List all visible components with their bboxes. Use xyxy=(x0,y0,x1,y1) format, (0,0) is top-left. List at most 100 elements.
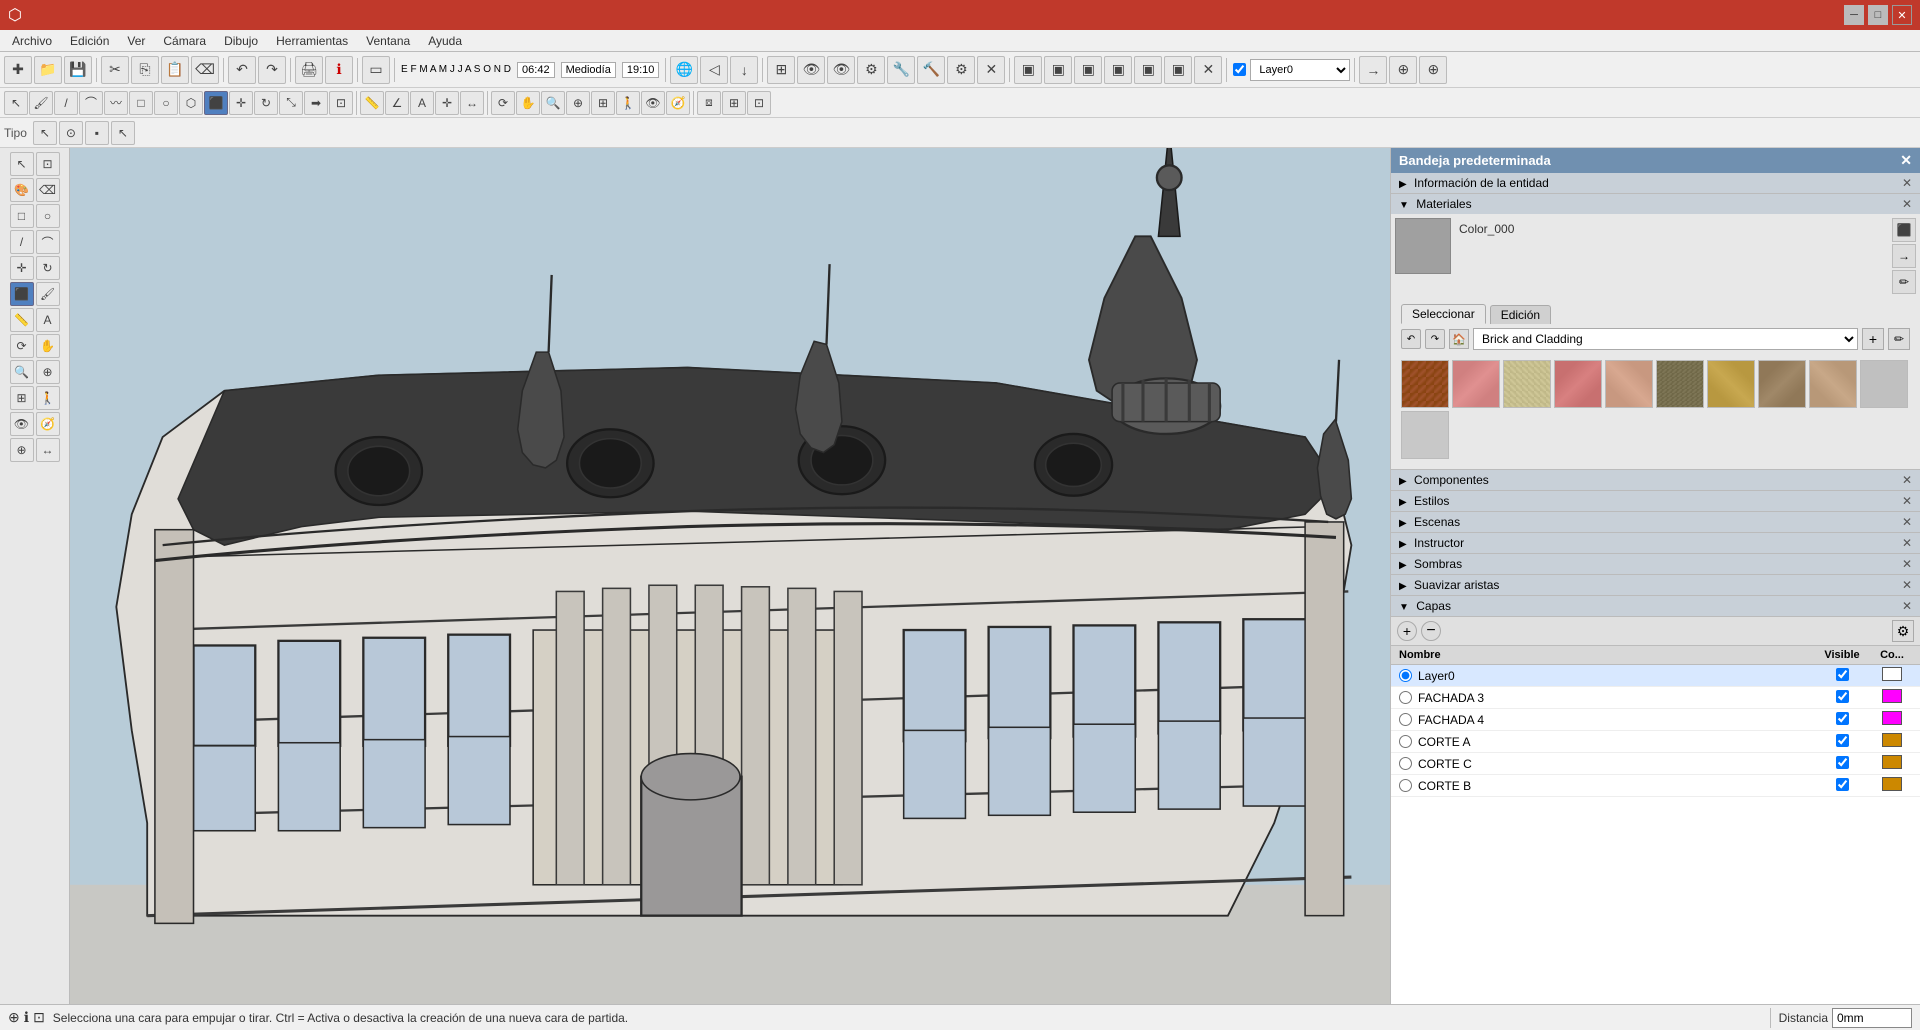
layer-radio-3[interactable] xyxy=(1399,735,1412,748)
rotate-tool[interactable]: ↻ xyxy=(254,91,278,115)
followme-tool[interactable]: ➡ xyxy=(304,91,328,115)
view8-btn[interactable]: ✕ xyxy=(977,56,1005,84)
sombras-close[interactable]: ✕ xyxy=(1902,557,1912,571)
mat-tile-3[interactable] xyxy=(1554,360,1602,408)
mat-sample-btn[interactable]: ⬛ xyxy=(1892,218,1916,242)
render5-btn[interactable]: ▣ xyxy=(1134,56,1162,84)
lt-arc[interactable]: ⌒ xyxy=(36,230,60,254)
menu-ayuda[interactable]: Ayuda xyxy=(420,32,470,50)
scale-tool[interactable]: ⤡ xyxy=(279,91,303,115)
add-material-btn[interactable]: + xyxy=(1862,328,1884,350)
mat-tile-9[interactable] xyxy=(1860,360,1908,408)
suavizar-close[interactable]: ✕ xyxy=(1902,578,1912,592)
maximize-button[interactable]: □ xyxy=(1868,5,1888,25)
nav2-btn[interactable]: ⊕ xyxy=(1389,56,1417,84)
layer-radio-2[interactable] xyxy=(1399,713,1412,726)
materiales-header[interactable]: ▼ Materiales ✕ xyxy=(1391,194,1920,214)
orbit-tool[interactable]: ⟳ xyxy=(491,91,515,115)
render4-btn[interactable]: ▣ xyxy=(1104,56,1132,84)
axes-tool[interactable]: ✛ xyxy=(435,91,459,115)
layer-radio-4[interactable] xyxy=(1399,757,1412,770)
lt-rect[interactable]: □ xyxy=(10,204,34,228)
minimize-button[interactable]: ─ xyxy=(1844,5,1864,25)
entidad-close[interactable]: ✕ xyxy=(1902,176,1912,190)
capas-header[interactable]: ▼ Capas ✕ xyxy=(1391,596,1920,617)
section3-tool[interactable]: ⊡ xyxy=(747,91,771,115)
escenas-section[interactable]: ▶ Escenas ✕ xyxy=(1391,512,1920,533)
mat-tile-4[interactable] xyxy=(1605,360,1653,408)
layer-row-4[interactable]: CORTE C xyxy=(1391,753,1920,775)
category-select[interactable]: Brick and Cladding xyxy=(1473,328,1858,350)
layer-colorbox-2[interactable] xyxy=(1882,711,1902,725)
dim-tool[interactable]: ↔ xyxy=(460,91,484,115)
section2-tool[interactable]: ⊞ xyxy=(722,91,746,115)
lt-circle[interactable]: ○ xyxy=(36,204,60,228)
view5-btn[interactable]: 🔧 xyxy=(887,56,915,84)
tab-edicion[interactable]: Edición xyxy=(1490,305,1551,324)
poly-tool[interactable]: ⬡ xyxy=(179,91,203,115)
walk-tool[interactable]: 🚶 xyxy=(616,91,640,115)
lt-walk[interactable]: 🚶 xyxy=(36,386,60,410)
layer-colorbox-5[interactable] xyxy=(1882,777,1902,791)
rect-tool2[interactable]: □ xyxy=(129,91,153,115)
move-tool[interactable]: ✛ xyxy=(229,91,253,115)
freehand-tool[interactable]: 〰 xyxy=(104,91,128,115)
lt-text[interactable]: A xyxy=(36,308,60,332)
tab-seleccionar[interactable]: Seleccionar xyxy=(1401,304,1486,324)
layer-row-0[interactable]: Layer0 xyxy=(1391,665,1920,687)
open-btn[interactable]: 📁 xyxy=(34,56,62,84)
componentes-section[interactable]: ▶ Componentes ✕ xyxy=(1391,470,1920,491)
comp-close[interactable]: ✕ xyxy=(1902,473,1912,487)
menu-edicion[interactable]: Edición xyxy=(62,32,117,50)
instructor-section[interactable]: ▶ Instructor ✕ xyxy=(1391,533,1920,554)
zoom-tool[interactable]: 🔍 xyxy=(541,91,565,115)
paint-tool[interactable]: 🖌 xyxy=(29,91,53,115)
text-tool[interactable]: A xyxy=(410,91,434,115)
fill-select[interactable]: ▪ xyxy=(85,121,109,145)
estilos-section[interactable]: ▶ Estilos ✕ xyxy=(1391,491,1920,512)
loop-select[interactable]: ⊙ xyxy=(59,121,83,145)
mat-arrow-btn[interactable]: → xyxy=(1892,244,1916,268)
mat-tile-8[interactable] xyxy=(1809,360,1857,408)
lt-orbit[interactable]: ⟳ xyxy=(10,334,34,358)
position-tool[interactable]: 🧭 xyxy=(666,91,690,115)
distance-input[interactable] xyxy=(1832,1008,1912,1028)
layer-row-1[interactable]: FACHADA 3 xyxy=(1391,687,1920,709)
layer-row-3[interactable]: CORTE A xyxy=(1391,731,1920,753)
lt-select[interactable]: ↖ xyxy=(10,152,34,176)
menu-archivo[interactable]: Archivo xyxy=(4,32,60,50)
zoomwindow-tool[interactable]: ⊕ xyxy=(566,91,590,115)
lt-dim[interactable]: ↔ xyxy=(36,438,60,462)
layer-visible-2[interactable] xyxy=(1836,712,1849,725)
info-btn[interactable]: ℹ xyxy=(325,56,353,84)
layer-colorbox-0[interactable] xyxy=(1882,667,1902,681)
lt-component[interactable]: ⊡ xyxy=(36,152,60,176)
copy-btn[interactable]: ⎘ xyxy=(131,56,159,84)
redo-btn[interactable]: ↷ xyxy=(258,56,286,84)
mat-edit-btn[interactable]: ✏ xyxy=(1892,270,1916,294)
lt-tape[interactable]: 📏 xyxy=(10,308,34,332)
nav1-btn[interactable]: → xyxy=(1359,56,1387,84)
undo-btn[interactable]: ↶ xyxy=(228,56,256,84)
view6-btn[interactable]: 🔨 xyxy=(917,56,945,84)
layer-colorbox-4[interactable] xyxy=(1882,755,1902,769)
pan-tool[interactable]: ✋ xyxy=(516,91,540,115)
select-tool[interactable]: ↖ xyxy=(4,91,28,115)
zoomfit-tool[interactable]: ⊞ xyxy=(591,91,615,115)
layer-radio-0[interactable] xyxy=(1399,669,1412,682)
close-button[interactable]: ✕ xyxy=(1892,5,1912,25)
nav-fwd-btn[interactable]: ↷ xyxy=(1425,329,1445,349)
lt-section[interactable]: ⊞ xyxy=(10,386,34,410)
pushpull-tool[interactable]: ⬛ xyxy=(204,91,228,115)
angle-tool[interactable]: ∠ xyxy=(385,91,409,115)
cut-btn[interactable]: ✂ xyxy=(101,56,129,84)
layer-checkbox[interactable] xyxy=(1233,63,1246,76)
view1-btn[interactable]: ⊞ xyxy=(767,56,795,84)
box-select[interactable]: ↖ xyxy=(111,121,135,145)
arrow-select[interactable]: ↖ xyxy=(33,121,57,145)
lt-pushpull[interactable]: ⬛ xyxy=(10,282,34,306)
menu-herramientas[interactable]: Herramientas xyxy=(268,32,356,50)
remove-layer-btn[interactable]: − xyxy=(1421,621,1441,641)
mat-tile-0[interactable] xyxy=(1401,360,1449,408)
layer-select[interactable]: Layer0 xyxy=(1250,59,1350,81)
